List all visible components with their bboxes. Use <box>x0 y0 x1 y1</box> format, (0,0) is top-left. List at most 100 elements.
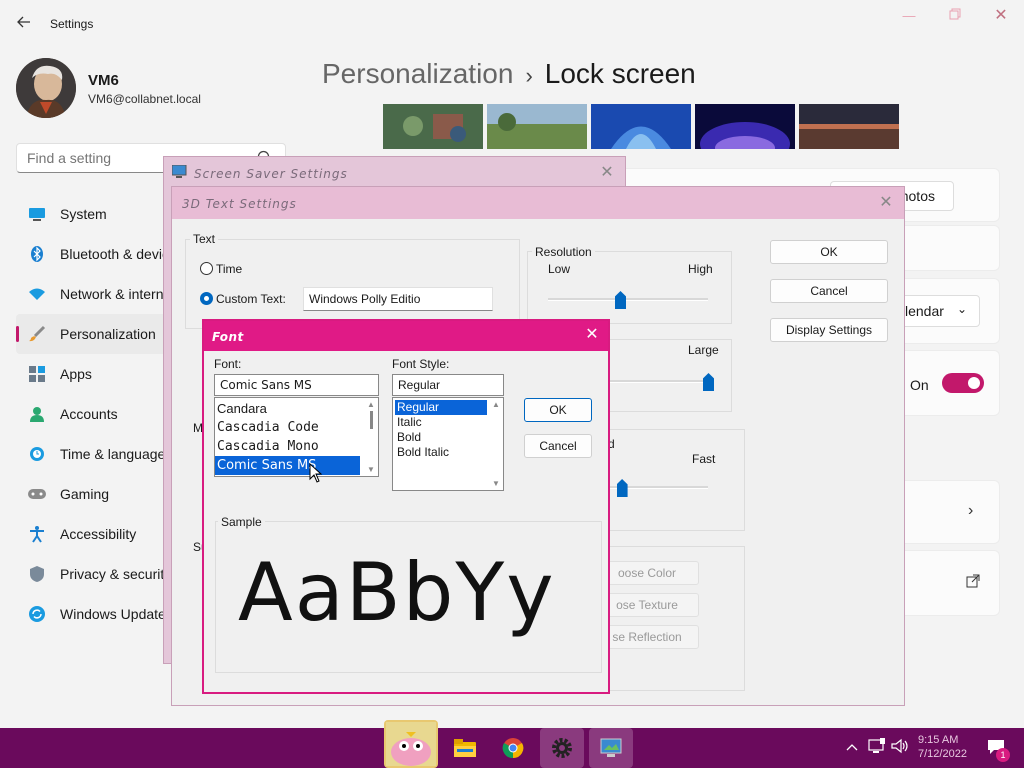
scroll-down-icon[interactable]: ▼ <box>492 479 500 488</box>
sidebar-item-network[interactable]: Network & internet <box>16 274 166 314</box>
wallpaper-thumbnail[interactable] <box>487 104 587 149</box>
wallpaper-thumbnail[interactable] <box>383 104 483 149</box>
update-icon <box>28 605 46 623</box>
display-settings-button[interactable]: Display Settings <box>770 318 888 342</box>
list-item[interactable]: Bold <box>393 430 503 445</box>
gamepad-icon <box>28 485 46 503</box>
lock-screen-toggle[interactable] <box>942 373 984 393</box>
sidebar-item-bluetooth[interactable]: Bluetooth & devices <box>16 234 166 274</box>
sidebar-item-accessibility[interactable]: Accessibility <box>16 514 166 554</box>
sidebar-item-label: Network & internet <box>60 286 166 302</box>
list-item[interactable]: Cascadia Code <box>215 418 378 437</box>
toggle-label: On <box>910 377 929 393</box>
sidebar-item-label: System <box>60 206 107 222</box>
font-list: Candara Cascadia Code Cascadia Mono Comi… <box>215 398 378 475</box>
sample-text: AaBbYy <box>238 546 556 639</box>
file-explorer-icon[interactable] <box>443 728 487 768</box>
font-style-list: Regular Italic Bold Bold Italic <box>393 398 503 460</box>
sidebar-nav: System Bluetooth & devices Network & int… <box>16 194 166 634</box>
restore-icon[interactable] <box>932 8 978 28</box>
page-title: Lock screen <box>544 58 696 89</box>
volume-icon[interactable] <box>891 738 909 757</box>
wallpaper-thumbnail[interactable] <box>695 104 795 166</box>
font-style-scrollbar[interactable]: ▲ ▼ <box>489 398 503 490</box>
sidebar-item-gaming[interactable]: Gaming <box>16 474 166 514</box>
sidebar-item-label: Privacy & security <box>60 566 166 582</box>
sidebar-item-privacy[interactable]: Privacy & security <box>16 554 166 594</box>
sample-label: Sample <box>218 515 265 529</box>
custom-text-label: Custom Text: <box>216 292 286 306</box>
choose-reflection-button[interactable]: se Reflection <box>595 625 699 649</box>
sidebar-item-accounts[interactable]: Accounts <box>16 394 166 434</box>
close-icon[interactable]: ✕ <box>978 8 1024 28</box>
clock-icon <box>28 445 46 463</box>
font-label: Font: <box>214 357 242 371</box>
list-item[interactable]: Cascadia Mono <box>215 437 378 456</box>
choose-color-button[interactable]: oose Color <box>595 561 699 585</box>
taskbar-clock[interactable]: 9:15 AM 7/12/2022 <box>918 733 967 761</box>
list-item-selected[interactable]: Regular <box>395 400 487 415</box>
sidebar-item-label: Accounts <box>60 406 118 422</box>
custom-text-radio[interactable] <box>200 292 213 305</box>
size-large-label: Large <box>688 343 719 357</box>
external-link-icon[interactable] <box>966 574 982 590</box>
wallpaper-thumbnail[interactable] <box>799 104 899 149</box>
chrome-icon[interactable] <box>491 728 535 768</box>
avatar[interactable] <box>16 58 76 118</box>
apps-icon <box>28 365 46 383</box>
resolution-slider-track[interactable] <box>548 298 708 301</box>
custom-app-icon[interactable] <box>384 720 438 768</box>
list-item[interactable]: Italic <box>393 415 503 430</box>
breadcrumb-parent[interactable]: Personalization <box>322 58 513 89</box>
profile-name: VM6 <box>88 72 119 89</box>
close-icon[interactable]: ✕ <box>876 193 896 213</box>
settings-gear-icon[interactable] <box>540 728 584 768</box>
font-cancel-button[interactable]: Cancel <box>524 434 592 458</box>
list-item[interactable]: Bold Italic <box>393 445 503 460</box>
close-icon[interactable]: ✕ <box>597 163 617 183</box>
close-icon[interactable]: ✕ <box>582 325 602 345</box>
text-group-label: Text <box>190 232 219 246</box>
dialog-title: Screen Saver Settings <box>164 157 625 189</box>
chevron-up-icon[interactable] <box>846 739 858 755</box>
scroll-thumb[interactable] <box>369 411 373 429</box>
font-name-input[interactable] <box>214 374 379 396</box>
list-item-selected[interactable]: Comic Sans MS <box>215 456 360 475</box>
time-radio[interactable] <box>200 262 213 275</box>
sidebar-item-label: Apps <box>60 366 92 382</box>
scroll-up-icon[interactable]: ▲ <box>364 400 378 409</box>
choose-texture-button[interactable]: ose Texture <box>595 593 699 617</box>
font-style-input[interactable] <box>392 374 504 396</box>
screen-saver-icon[interactable] <box>589 728 633 768</box>
font-list-scrollbar[interactable]: ▲ ▼ <box>364 398 378 476</box>
wallpaper-thumbnail[interactable] <box>591 104 691 149</box>
app-title: Settings <box>50 17 94 31</box>
bluetooth-icon <box>28 245 46 263</box>
list-item[interactable]: Candara <box>215 399 378 418</box>
scroll-down-icon[interactable]: ▼ <box>367 465 375 474</box>
sidebar-item-label: Personalization <box>60 326 156 342</box>
custom-text-input[interactable] <box>303 287 493 311</box>
sidebar-item-system[interactable]: System <box>16 194 166 234</box>
ok-button[interactable]: OK <box>770 240 888 264</box>
screen-saver-icon <box>171 164 188 182</box>
chevron-right-icon[interactable]: › <box>968 502 973 520</box>
font-style-listbox[interactable]: Regular Italic Bold Bold Italic ▲ ▼ <box>392 397 504 491</box>
sidebar-item-windows-update[interactable]: Windows Update <box>16 594 166 634</box>
cancel-button[interactable]: Cancel <box>770 279 888 303</box>
scroll-up-icon[interactable]: ▲ <box>489 400 503 409</box>
back-arrow-icon[interactable] <box>14 14 34 34</box>
accessibility-icon <box>28 525 46 543</box>
sidebar-item-personalization[interactable]: Personalization <box>16 314 166 354</box>
minimize-icon[interactable]: — <box>886 8 932 28</box>
dialog-title: Font <box>204 321 608 351</box>
resolution-high-label: High <box>688 262 713 276</box>
breadcrumb: Personalization › Lock screen <box>322 58 696 90</box>
font-ok-button[interactable]: OK <box>524 398 592 422</box>
breadcrumb-separator: › <box>525 63 533 88</box>
speed-fast-label: Fast <box>692 452 716 466</box>
sidebar-item-time-language[interactable]: Time & language <box>16 434 166 474</box>
font-listbox[interactable]: Candara Cascadia Code Cascadia Mono Comi… <box>214 397 379 477</box>
network-icon[interactable] <box>868 738 886 757</box>
sidebar-item-apps[interactable]: Apps <box>16 354 166 394</box>
